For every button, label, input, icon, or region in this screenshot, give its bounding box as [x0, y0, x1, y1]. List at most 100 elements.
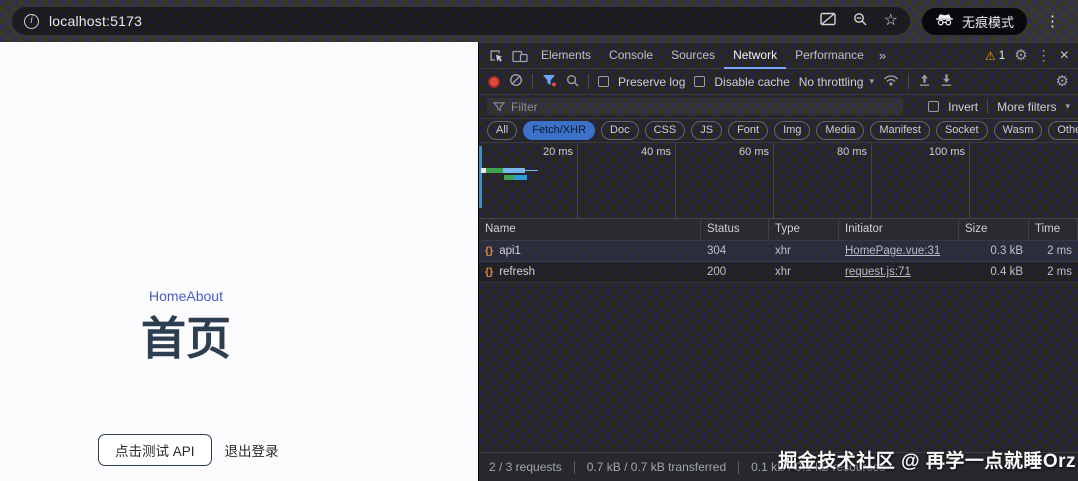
chip-doc[interactable]: Doc: [601, 121, 639, 140]
browser-menu-icon[interactable]: ⋮: [1039, 12, 1066, 30]
chevron-down-icon: ▾: [1065, 101, 1070, 112]
page-title: 首页: [0, 312, 372, 366]
invert-checkbox[interactable]: [928, 101, 939, 112]
network-settings-group: ⚙: [1056, 74, 1069, 89]
throttling-select[interactable]: No throttling ▾: [799, 75, 874, 89]
request-name[interactable]: api1: [499, 245, 521, 257]
col-type[interactable]: Type: [769, 219, 839, 240]
request-time: 2 ms: [1029, 245, 1078, 257]
toolbar-divider: [908, 74, 909, 89]
device-toolbar-icon[interactable]: [508, 43, 532, 69]
timeline-tick: 40 ms: [675, 143, 676, 218]
issue-count: 1: [999, 50, 1005, 62]
address-bar[interactable]: i localhost:5173 ☆: [12, 7, 910, 35]
col-name[interactable]: Name: [479, 219, 701, 240]
browser-toolbar: i localhost:5173 ☆ 无痕模式 ⋮: [0, 0, 1078, 42]
export-har-icon[interactable]: [940, 73, 953, 90]
overview-left-strip: [479, 146, 482, 208]
chip-js[interactable]: JS: [691, 121, 722, 140]
record-network-log-icon[interactable]: [488, 76, 500, 88]
inspect-element-icon[interactable]: [484, 43, 508, 69]
request-name[interactable]: refresh: [499, 266, 535, 278]
tab-console[interactable]: Console: [600, 43, 662, 69]
col-time[interactable]: Time: [1029, 219, 1078, 240]
chip-wasm[interactable]: Wasm: [994, 121, 1043, 140]
network-toolbar: Preserve log Disable cache No throttling…: [479, 69, 1078, 95]
chip-css[interactable]: CSS: [645, 121, 686, 140]
waterfall-bar-api1: [481, 168, 525, 173]
table-row[interactable]: {}refresh 200 xhr request.js:71 0.4 kB 2…: [479, 262, 1078, 283]
initiator-link[interactable]: HomePage.vue:31: [845, 245, 940, 257]
nav-link-about[interactable]: About: [186, 288, 223, 304]
col-size[interactable]: Size: [959, 219, 1029, 240]
more-filters-button[interactable]: More filters: [997, 100, 1056, 114]
devtools-tabbar: Elements Console Sources Network Perform…: [479, 43, 1078, 69]
table-header: Name Status Type Initiator Size Time: [479, 219, 1078, 241]
chip-other[interactable]: Other: [1048, 121, 1078, 140]
filter-toggle-icon[interactable]: [542, 74, 557, 90]
summary-transferred: 0.7 kB / 0.7 kB transferred: [587, 460, 726, 474]
timeline-tick: 60 ms: [773, 143, 774, 218]
request-size: 0.3 kB: [959, 245, 1029, 257]
preserve-log-label[interactable]: Preserve log: [618, 75, 685, 89]
request-type: xhr: [769, 266, 839, 278]
web-page: HomeAbout 首页 点击测试 API 退出登录: [0, 42, 478, 481]
test-api-button[interactable]: 点击测试 API: [98, 434, 212, 466]
filter-input[interactable]: Filter: [487, 98, 903, 115]
timeline-tick: 80 ms: [871, 143, 872, 218]
more-tabs-icon[interactable]: »: [873, 48, 892, 63]
initiator-link[interactable]: request.js:71: [845, 266, 911, 278]
tab-elements[interactable]: Elements: [532, 43, 600, 69]
nav-link-home[interactable]: Home: [149, 288, 186, 304]
chip-img[interactable]: Img: [774, 121, 810, 140]
incognito-label: 无痕模式: [962, 12, 1014, 31]
script-request-icon: {}: [485, 245, 493, 257]
chip-font[interactable]: Font: [728, 121, 768, 140]
timeline-tick: 100 ms: [969, 143, 970, 218]
chip-socket[interactable]: Socket: [936, 121, 988, 140]
url-text[interactable]: localhost:5173: [49, 13, 142, 29]
disable-cache-checkbox[interactable]: [694, 76, 705, 87]
network-filter-bar: Filter Invert More filters ▾: [479, 95, 1078, 119]
waterfall-bar-refresh: [504, 175, 527, 180]
omnibox-icons: ☆: [820, 12, 898, 31]
devtools-menu-icon[interactable]: ⋮: [1037, 47, 1051, 64]
incognito-icon: [935, 13, 954, 29]
devtools-close-icon[interactable]: ×: [1060, 48, 1069, 64]
image-blocked-icon[interactable]: [820, 12, 836, 31]
chip-manifest[interactable]: Manifest: [870, 121, 930, 140]
bookmark-star-icon[interactable]: ☆: [884, 13, 898, 29]
devtools-panel: Elements Console Sources Network Perform…: [478, 42, 1078, 481]
tab-sources[interactable]: Sources: [662, 43, 724, 69]
network-overview-timeline[interactable]: 20 ms 40 ms 60 ms 80 ms 100 ms: [479, 143, 1078, 219]
incognito-badge: 无痕模式: [922, 8, 1027, 35]
filter-bar-right: Invert More filters ▾: [928, 99, 1070, 114]
disable-cache-label[interactable]: Disable cache: [714, 75, 789, 89]
toolbar-divider: [987, 99, 988, 114]
preserve-log-checkbox[interactable]: [598, 76, 609, 87]
clear-network-log-icon[interactable]: [509, 73, 523, 90]
network-settings-icon[interactable]: ⚙: [1056, 74, 1069, 89]
toolbar-divider: [588, 74, 589, 89]
tab-performance[interactable]: Performance: [786, 43, 873, 69]
request-time: 2 ms: [1029, 266, 1078, 278]
table-row[interactable]: {}api1 304 xhr HomePage.vue:31 0.3 kB 2 …: [479, 241, 1078, 262]
issues-badge[interactable]: ⚠ 1: [985, 49, 1005, 63]
chip-fetch-xhr[interactable]: Fetch/XHR: [523, 121, 595, 140]
chip-media[interactable]: Media: [816, 121, 864, 140]
logout-button[interactable]: 退出登录: [225, 440, 279, 460]
site-info-icon[interactable]: i: [24, 14, 39, 29]
network-search-icon[interactable]: [566, 74, 579, 90]
network-conditions-icon[interactable]: [883, 74, 899, 89]
import-har-icon[interactable]: [918, 73, 931, 90]
filter-placeholder: Filter: [511, 100, 538, 114]
col-status[interactable]: Status: [701, 219, 769, 240]
toolbar-divider: [532, 74, 533, 89]
tab-network[interactable]: Network: [724, 43, 786, 69]
devtools-settings-icon[interactable]: ⚙: [1014, 48, 1027, 63]
invert-label[interactable]: Invert: [948, 100, 978, 114]
zoom-out-icon[interactable]: [853, 12, 867, 31]
chip-all[interactable]: All: [487, 121, 517, 140]
col-initiator[interactable]: Initiator: [839, 219, 959, 240]
request-status: 304: [701, 245, 769, 257]
